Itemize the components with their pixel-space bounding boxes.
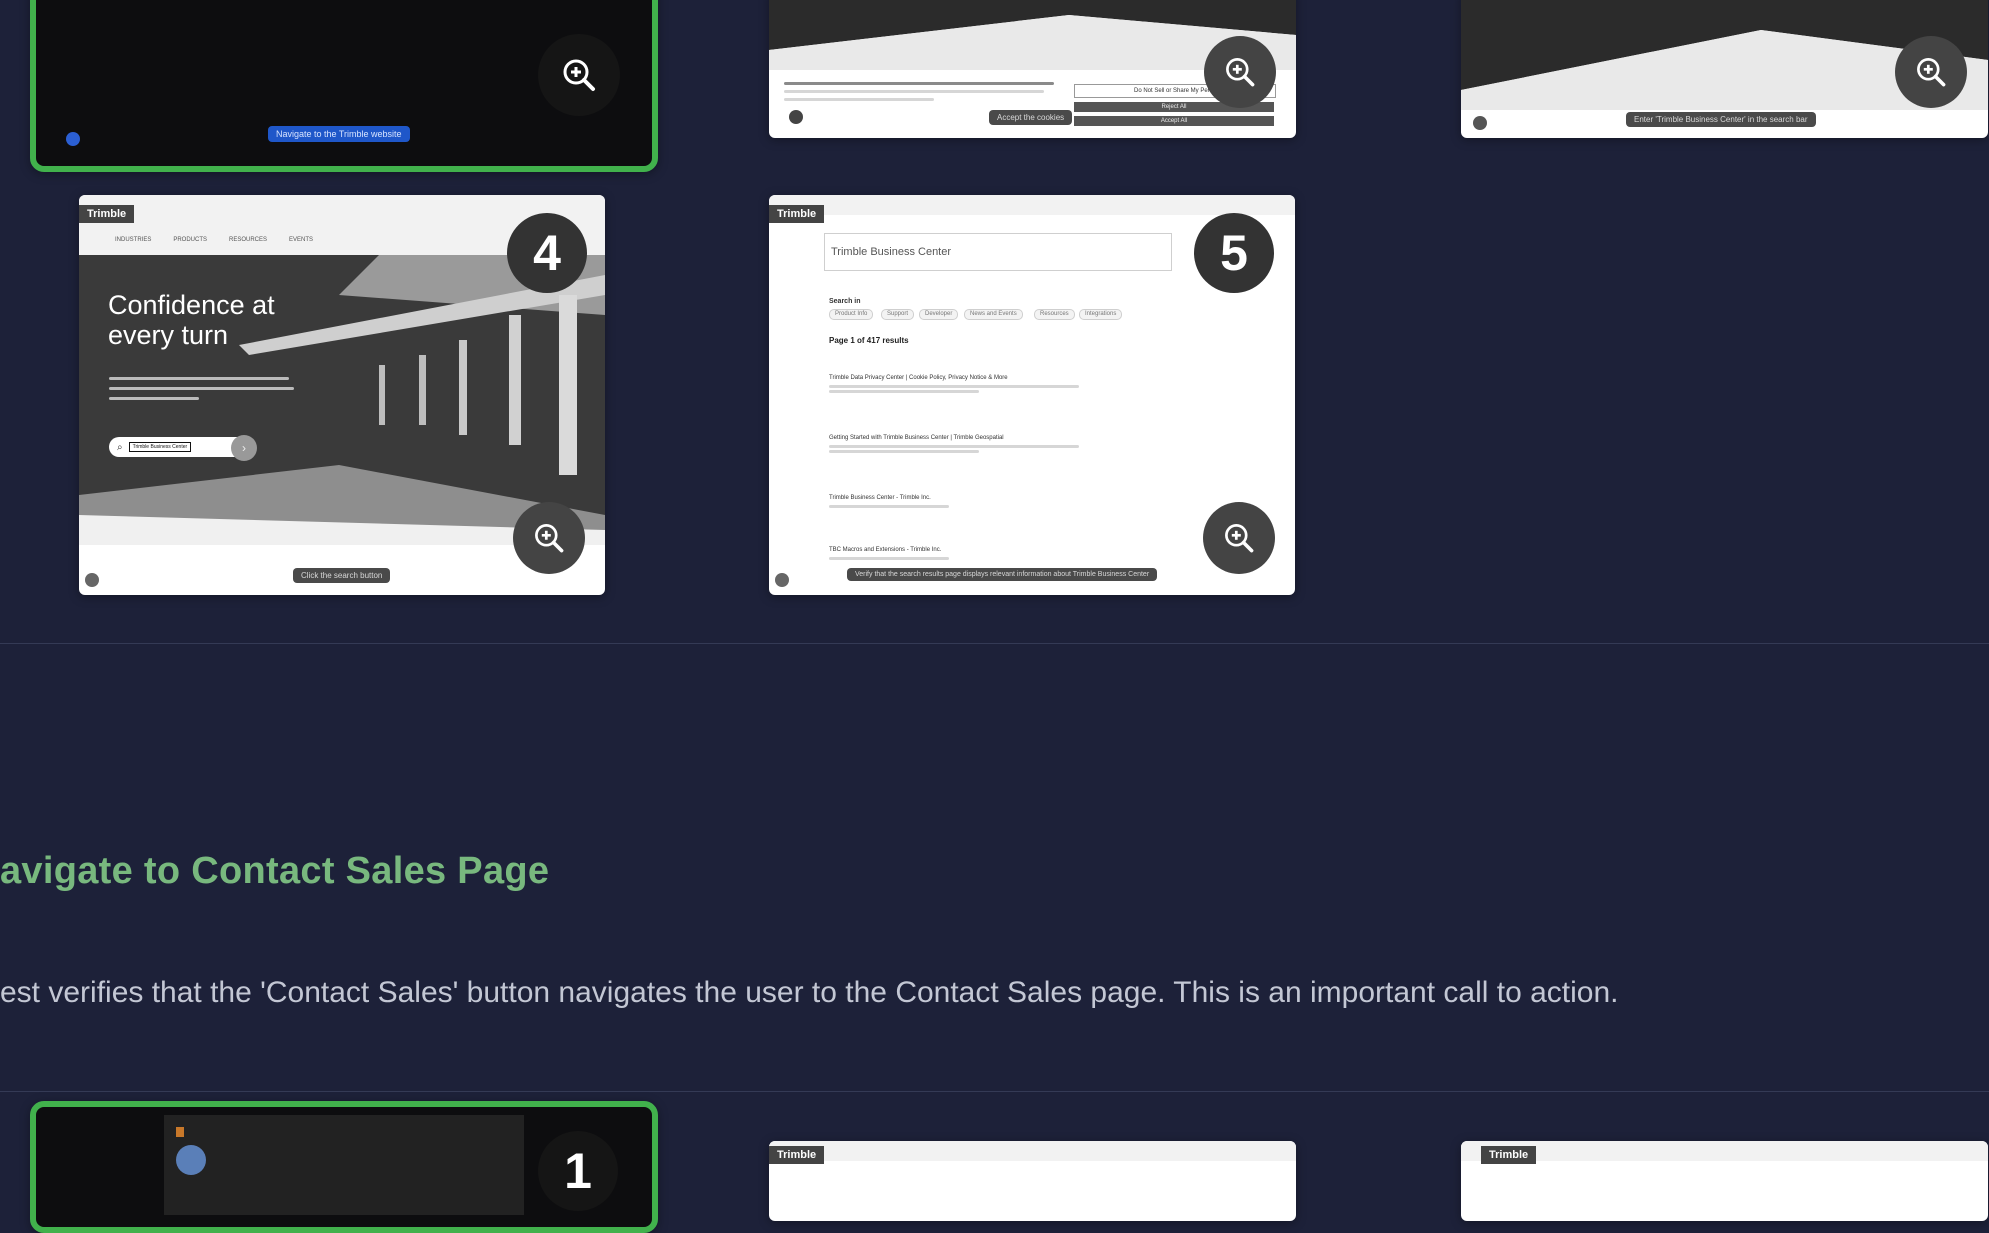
filter-chip[interactable]: Product Info: [829, 309, 874, 320]
step-card-2[interactable]: Accept the cookies Do Not Sell or Share …: [769, 0, 1296, 138]
status-icon: [775, 573, 789, 587]
zoom-in-icon: [535, 524, 564, 553]
results-count: Page 1 of 417 results: [829, 336, 909, 345]
zoom-button[interactable]: [1895, 36, 1967, 108]
result-title[interactable]: TBC Macros and Extensions - Trimble Inc.: [829, 547, 1089, 553]
result-title[interactable]: Trimble Data Privacy Center | Cookie Pol…: [829, 375, 1089, 381]
search-submit-button[interactable]: ›: [231, 435, 257, 461]
nav-item[interactable]: RESOURCES: [229, 237, 267, 243]
hero-search-bar[interactable]: ⌕ Trimble Business Center: [109, 437, 247, 457]
nav-item[interactable]: PRODUCTS: [173, 237, 207, 243]
result-title[interactable]: Trimble Business Center - Trimble Inc.: [829, 495, 1089, 501]
results-search-input[interactable]: Trimble Business Center: [824, 233, 1172, 271]
step-tooltip: Verify that the search results page disp…: [847, 568, 1158, 581]
site-header: [769, 1141, 1296, 1161]
step-tooltip: Click the search button: [293, 568, 391, 583]
step-card-1[interactable]: Navigate to the Trimble website: [30, 0, 658, 172]
zoom-in-icon: [563, 59, 595, 91]
status-dot: [66, 132, 80, 146]
search-in-label: Search in: [829, 298, 861, 305]
step-number-badge: 1: [538, 1131, 618, 1211]
step-card-3[interactable]: Trimble: [1461, 1141, 1988, 1221]
trimble-logo: Trimble: [769, 205, 825, 223]
step-card-3[interactable]: Enter 'Trimble Business Center' in the s…: [1461, 0, 1988, 138]
site-header: [769, 195, 1295, 215]
step-number-badge: 4: [507, 213, 587, 293]
test-case-description: est verifies that the 'Contact Sales' bu…: [0, 976, 1619, 1009]
accept-all-button[interactable]: Accept All: [1074, 116, 1274, 126]
filter-chip[interactable]: Resources: [1034, 309, 1075, 320]
section-divider: [0, 1091, 1989, 1092]
result-item[interactable]: Trimble Business Center - Trimble Inc.: [829, 495, 1089, 508]
status-icon: [85, 573, 99, 587]
search-input[interactable]: Trimble Business Center: [128, 442, 192, 452]
info-icon: [789, 110, 803, 124]
avatar: [176, 1145, 206, 1175]
zoom-button[interactable]: [538, 34, 620, 116]
step-tooltip: Accept the cookies: [989, 110, 1073, 125]
trimble-logo: Trimble: [79, 205, 135, 223]
zoom-button[interactable]: [1204, 36, 1276, 108]
step-tooltip: Navigate to the Trimble website: [268, 126, 410, 142]
test-case-title: avigate to Contact Sales Page: [0, 850, 550, 892]
section-divider: [0, 643, 1989, 644]
zoom-in-icon: [1225, 524, 1254, 553]
filter-chip[interactable]: Developer: [919, 309, 959, 320]
search-icon: ⌕: [117, 441, 123, 453]
step-card-5[interactable]: Trimble Trimble Business Center Search i…: [769, 195, 1295, 595]
trimble-logo: Trimble: [769, 1146, 825, 1164]
filter-chip[interactable]: Integrations: [1079, 309, 1123, 320]
step-card-2[interactable]: Trimble: [769, 1141, 1296, 1221]
filter-chip[interactable]: News and Events: [964, 309, 1023, 320]
trimble-logo: Trimble: [1481, 1146, 1537, 1164]
zoom-in-icon: [1226, 58, 1255, 87]
status-icon: [1473, 116, 1487, 130]
nav-item[interactable]: INDUSTRIES: [115, 237, 151, 243]
zoom-button[interactable]: [513, 502, 585, 574]
hero-title: Confidence at every turn: [108, 290, 275, 350]
result-item[interactable]: Trimble Data Privacy Center | Cookie Pol…: [829, 375, 1089, 393]
result-item[interactable]: Getting Started with Trimble Business Ce…: [829, 435, 1089, 453]
app-logo-icon: [176, 1127, 184, 1137]
step-card-1[interactable]: 1: [30, 1101, 658, 1233]
zoom-button[interactable]: [1203, 502, 1275, 574]
nav-item[interactable]: EVENTS: [289, 237, 313, 243]
step-number-badge: 5: [1194, 213, 1274, 293]
zoom-in-icon: [1917, 58, 1946, 87]
filter-chip[interactable]: Support: [881, 309, 915, 320]
result-title[interactable]: Getting Started with Trimble Business Ce…: [829, 435, 1089, 441]
app-screen: [164, 1115, 524, 1215]
step-tooltip: Enter 'Trimble Business Center' in the s…: [1626, 112, 1816, 127]
step-card-4[interactable]: Trimble INDUSTRIES PRODUCTS RESOURCES EV…: [79, 195, 605, 595]
result-item[interactable]: TBC Macros and Extensions - Trimble Inc.: [829, 547, 1089, 560]
site-header: [1461, 1141, 1988, 1161]
